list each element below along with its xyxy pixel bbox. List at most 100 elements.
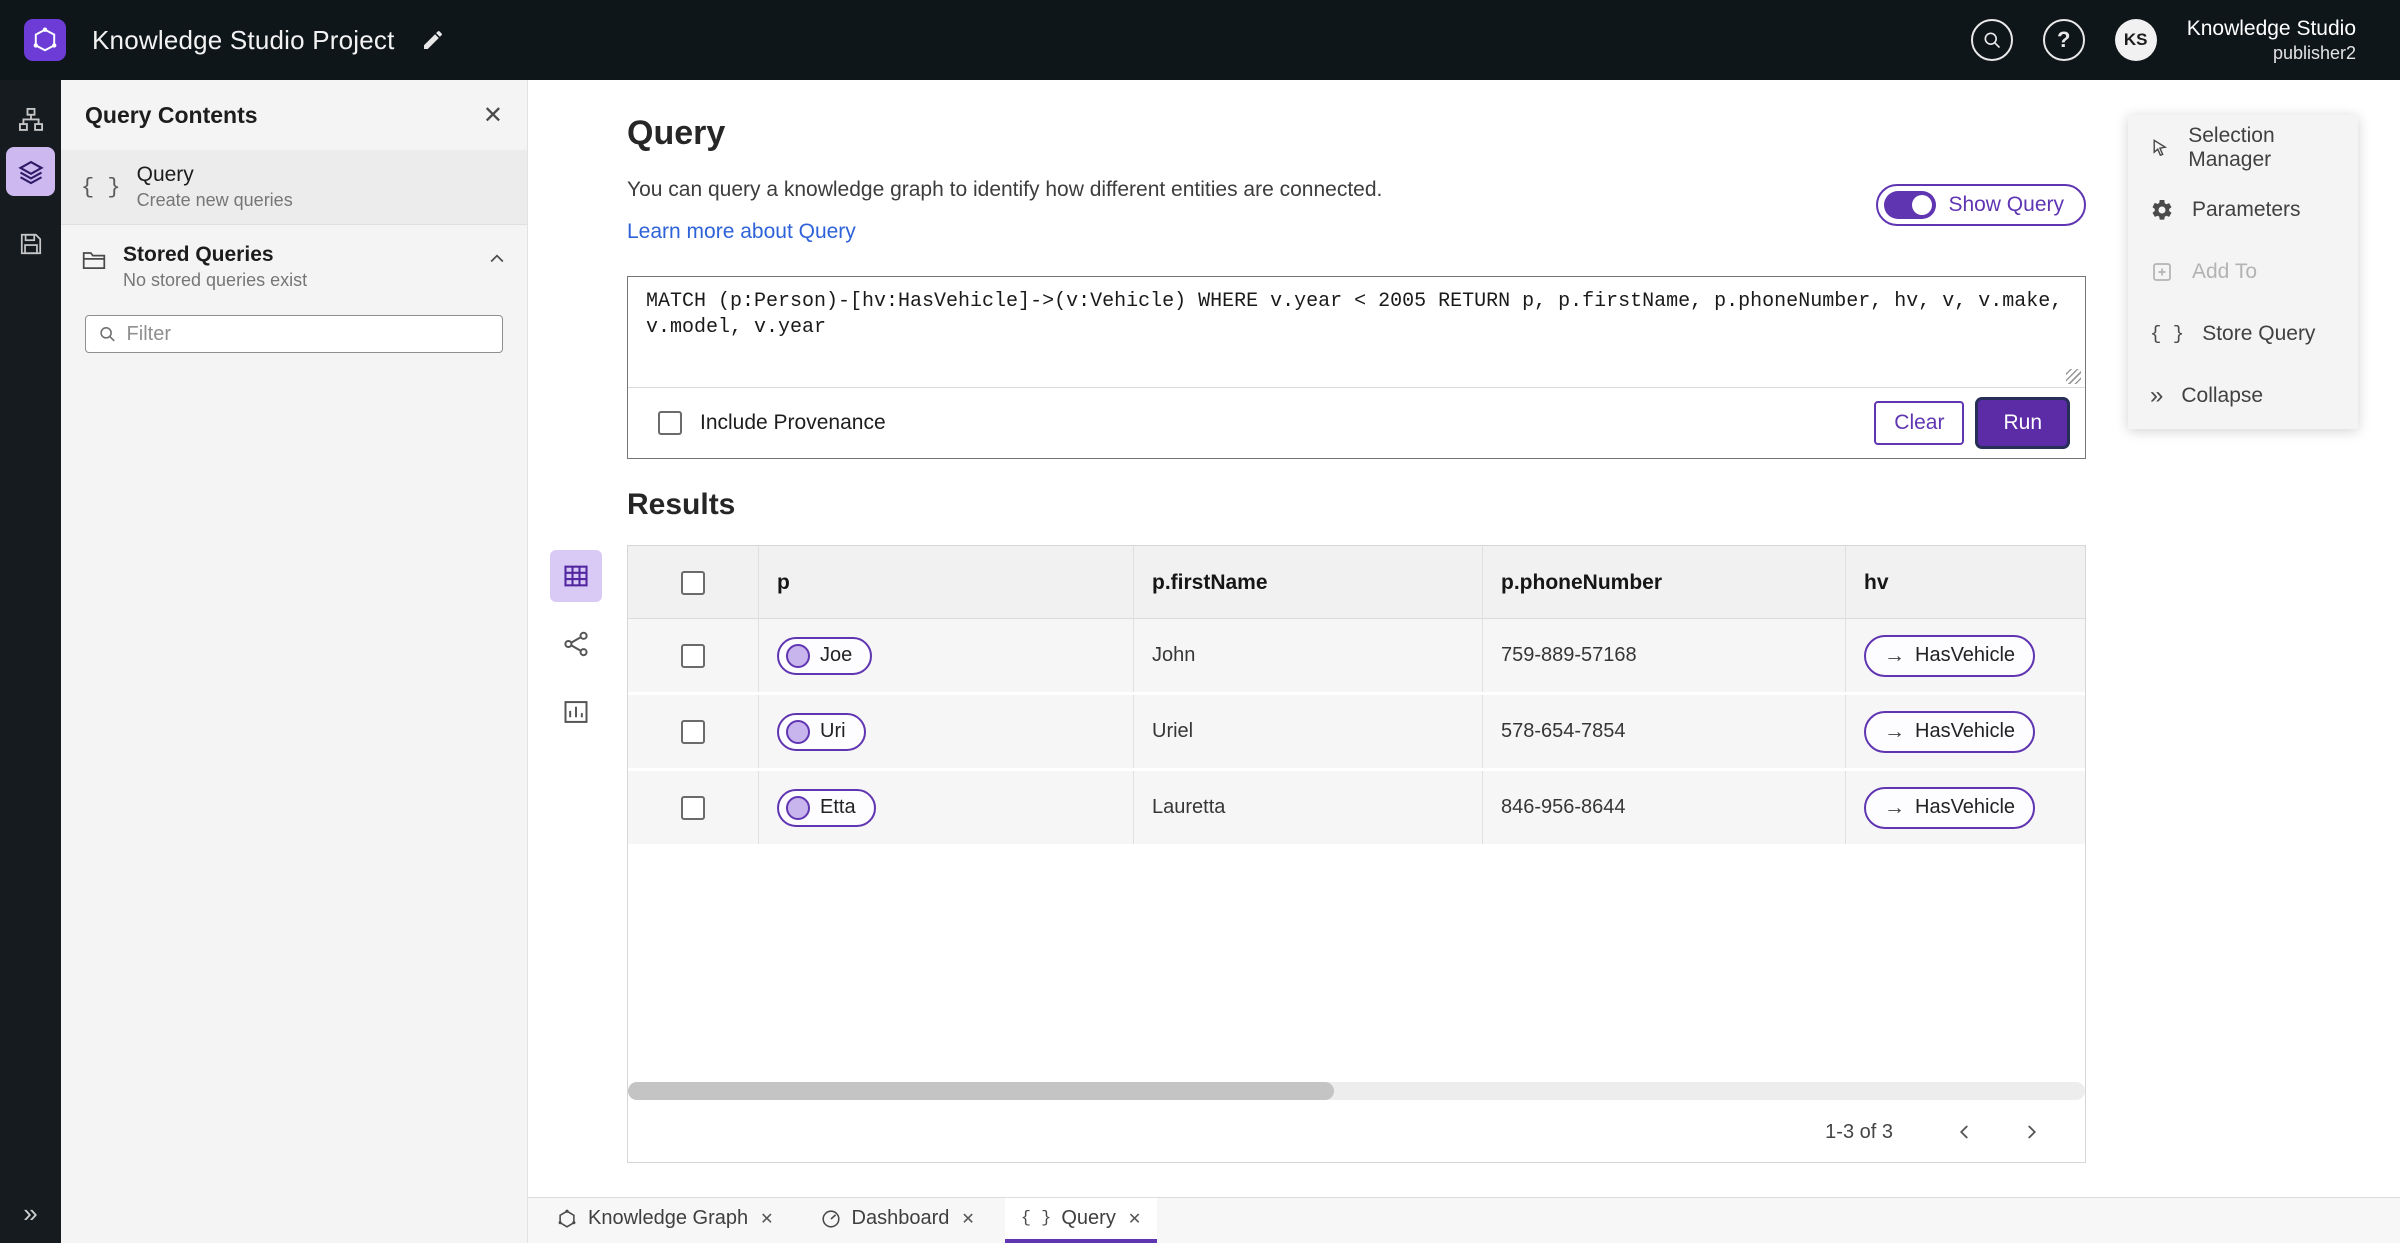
- relationship-pill[interactable]: → HasVehicle: [1864, 634, 2036, 677]
- horizontal-scrollbar[interactable]: [628, 1082, 2085, 1100]
- menu-item-parameters[interactable]: Parameters: [2128, 179, 2358, 241]
- toggle-switch-icon: [1884, 191, 1937, 219]
- query-workspace: Query You can query a knowledge graph to…: [528, 80, 2400, 1197]
- search-icon: [1984, 32, 2000, 49]
- left-icon-rail: »: [0, 80, 61, 1243]
- entity-pill[interactable]: Etta: [777, 788, 876, 827]
- table-header-row: p p.firstName p.phoneNumber hv: [628, 546, 2085, 619]
- tab-dashboard[interactable]: Dashboard ✕: [804, 1198, 991, 1243]
- chevron-left-icon: [1959, 1125, 1968, 1139]
- menu-item-selection-manager[interactable]: Selection Manager: [2128, 117, 2358, 179]
- chart-view-button[interactable]: [550, 686, 602, 738]
- page-title: Query: [627, 114, 726, 152]
- select-all-checkbox[interactable]: [681, 570, 705, 595]
- entity-pill[interactable]: Uri: [777, 712, 866, 751]
- stored-queries-text: Stored Queries No stored queries exist: [123, 243, 307, 291]
- entity-pill[interactable]: Joe: [777, 636, 873, 675]
- phonenumber-cell: 578-654-7854: [1483, 695, 1846, 768]
- help-button[interactable]: ?: [2042, 19, 2085, 61]
- query-editor-input[interactable]: MATCH (p:Person)-[hv:HasVehicle]->(v:Veh…: [628, 277, 2085, 387]
- previous-page-button[interactable]: [1945, 1112, 1985, 1152]
- hierarchy-icon: [18, 107, 43, 131]
- run-button[interactable]: Run: [1978, 400, 2067, 446]
- tab-label: Knowledge Graph: [588, 1207, 749, 1229]
- pencil-icon: [423, 30, 442, 49]
- column-header-phonenumber[interactable]: p.phoneNumber: [1483, 546, 1846, 619]
- row-checkbox[interactable]: [681, 643, 705, 668]
- question-mark-icon: ?: [2056, 27, 2071, 52]
- stored-queries-subtitle: No stored queries exist: [123, 270, 308, 290]
- table-icon: [564, 565, 588, 587]
- tab-label: Query: [1061, 1207, 1116, 1229]
- stored-queries-section[interactable]: Stored Queries No stored queries exist: [61, 224, 527, 305]
- filter-search-icon: [100, 327, 115, 342]
- table-view-button[interactable]: [550, 550, 602, 602]
- relationship-pill[interactable]: → HasVehicle: [1864, 786, 2036, 829]
- graph-view-icon: [564, 631, 588, 657]
- include-provenance-checkbox[interactable]: [658, 411, 682, 435]
- relationship-label: HasVehicle: [1915, 644, 2016, 666]
- double-chevron-right-icon: »: [2150, 382, 2164, 409]
- query-contents-panel: Query Contents ✕ { } Query Create new qu…: [61, 80, 528, 1243]
- collapse-section-button[interactable]: [487, 243, 507, 272]
- tab-close-button[interactable]: ✕: [961, 1209, 974, 1229]
- page-description: You can query a knowledge graph to ident…: [627, 178, 1383, 201]
- search-button[interactable]: [1970, 19, 2013, 61]
- column-header-hv[interactable]: hv: [1846, 546, 2085, 619]
- learn-more-link[interactable]: Learn more about Query: [627, 220, 856, 244]
- query-item-title: Query: [136, 163, 194, 186]
- menu-item-label: Store Query: [2202, 322, 2316, 345]
- query-actions-menu: Selection Manager Parameters Add To { } …: [2128, 115, 2358, 429]
- panel-close-button[interactable]: ✕: [483, 101, 503, 130]
- folder-icon: [82, 252, 106, 269]
- double-chevron-right-icon: »: [23, 1197, 38, 1228]
- user-avatar[interactable]: KS: [2114, 19, 2157, 61]
- query-editor-box: MATCH (p:Person)-[hv:HasVehicle]->(v:Veh…: [627, 276, 2086, 459]
- braces-icon: { }: [2150, 323, 2185, 345]
- column-header-firstname[interactable]: p.firstName: [1134, 546, 1483, 619]
- resize-handle[interactable]: [2066, 369, 2081, 384]
- edit-project-title-button[interactable]: [421, 28, 445, 52]
- close-icon: ✕: [482, 101, 503, 129]
- user-info[interactable]: Knowledge Studio publisher2: [2187, 16, 2356, 65]
- rail-layers-button[interactable]: [6, 147, 55, 196]
- table-row: Joe John 759-889-57168 → HasVehicle: [628, 619, 2085, 695]
- tab-close-button[interactable]: ✕: [760, 1209, 773, 1229]
- rail-expand-button[interactable]: »: [0, 1193, 61, 1233]
- next-page-button[interactable]: [2011, 1112, 2051, 1152]
- menu-item-collapse[interactable]: » Collapse: [2128, 365, 2358, 427]
- show-query-toggle[interactable]: Show Query: [1876, 184, 2086, 226]
- arrow-right-icon: →: [1884, 719, 1905, 743]
- firstname-cell: John: [1134, 619, 1483, 692]
- sidebar-item-query[interactable]: { } Query Create new queries: [61, 150, 527, 224]
- gear-icon: [2152, 199, 2172, 220]
- close-icon: ✕: [1127, 1210, 1142, 1228]
- menu-item-store-query[interactable]: { } Store Query: [2128, 303, 2358, 365]
- pagination-range: 1-3 of 3: [1825, 1120, 1893, 1143]
- column-header-p[interactable]: p: [759, 546, 1134, 619]
- rail-hierarchy-button[interactable]: [6, 95, 55, 144]
- results-title: Results: [627, 488, 736, 521]
- relationship-pill[interactable]: → HasVehicle: [1864, 710, 2036, 753]
- results-table-container: p p.firstName p.phoneNumber hv Joe John …: [627, 545, 2086, 1163]
- graph-view-button[interactable]: [550, 618, 602, 670]
- tab-query[interactable]: { } Query ✕: [1004, 1198, 1158, 1243]
- app-logo[interactable]: [24, 19, 66, 61]
- query-item-text: Query Create new queries: [137, 163, 293, 211]
- firstname-cell: Lauretta: [1134, 771, 1483, 844]
- entity-node-icon: [786, 795, 810, 820]
- results-view-toolbar: [550, 550, 602, 738]
- row-checkbox[interactable]: [681, 795, 705, 820]
- filter-input[interactable]: [126, 322, 490, 346]
- tab-knowledge-graph[interactable]: Knowledge Graph ✕: [540, 1198, 790, 1243]
- row-checkbox[interactable]: [681, 719, 705, 744]
- panel-title: Query Contents: [85, 101, 258, 128]
- topbar-actions: ? KS Knowledge Studio publisher2: [1970, 16, 2356, 65]
- clear-button[interactable]: Clear: [1874, 401, 1965, 445]
- panel-header: Query Contents ✕: [61, 80, 527, 150]
- braces-icon: { }: [1020, 1209, 1052, 1228]
- rail-save-button[interactable]: [6, 219, 55, 268]
- scrollbar-thumb[interactable]: [628, 1082, 1334, 1100]
- chevron-right-icon: [2028, 1125, 2037, 1139]
- tab-close-button[interactable]: ✕: [1128, 1209, 1141, 1229]
